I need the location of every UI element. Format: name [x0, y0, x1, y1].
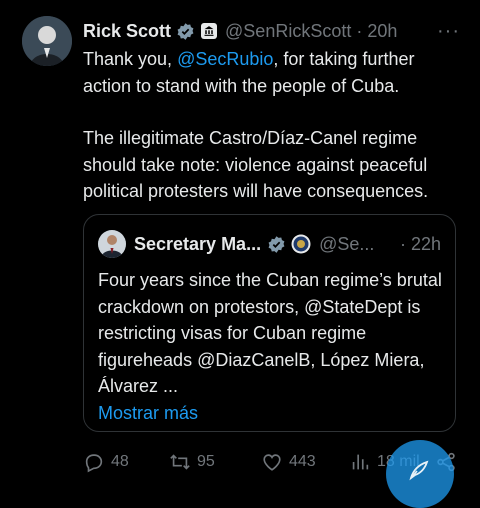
reply-icon	[85, 454, 103, 473]
retweet-icon	[170, 454, 190, 470]
quoted-tweet-text: Four years since the Cuban regime’s brut…	[98, 270, 442, 423]
reply-count: 48	[111, 453, 129, 470]
mention-link[interactable]: @SecRubio	[177, 49, 273, 69]
verified-badge-icon	[176, 22, 195, 41]
quoted-tweet-time[interactable]: · 22h	[400, 234, 441, 255]
quoted-tweet-header: Secretary Ma... @Se... · 22h	[98, 230, 441, 258]
quoted-author-handle[interactable]: @Se...	[319, 234, 374, 255]
tweet-header: Rick Scott @SenRickScott · 20h ···	[83, 18, 460, 44]
quoted-author-name[interactable]: Secretary Ma...	[134, 234, 261, 255]
tweet-paragraph-2: The illegitimate Castro/Díaz-Canel regim…	[83, 128, 429, 201]
like-count: 443	[289, 453, 316, 470]
compose-icon	[409, 460, 429, 481]
government-badge-icon	[201, 23, 218, 39]
author-handle[interactable]: @SenRickScott · 20h	[225, 21, 397, 42]
tweet[interactable]: Rick Scott @SenRickScott · 20h ··· Thank…	[0, 0, 480, 508]
quoted-verified-badge-icon	[268, 235, 285, 253]
views-icon	[352, 454, 369, 470]
like-button[interactable]: 443	[261, 448, 316, 476]
author-avatar[interactable]	[22, 16, 72, 66]
quoted-tweet[interactable]: Secretary Ma... @Se... · 22h Four years …	[83, 214, 456, 432]
author-name[interactable]: Rick Scott	[83, 21, 171, 42]
show-more-link[interactable]: Mostrar más	[98, 403, 198, 423]
retweet-count: 95	[197, 453, 215, 470]
retweet-button[interactable]: 95	[169, 448, 215, 476]
reply-button[interactable]: 48	[83, 448, 129, 476]
tweet-body: Thank you, @SecRubio, for taking further…	[83, 46, 463, 205]
more-icon[interactable]: ···	[437, 21, 460, 41]
tweet-paragraph-1: Thank you, @SecRubio, for taking further…	[83, 49, 415, 96]
quoted-author-avatar[interactable]	[98, 230, 126, 258]
like-icon	[263, 454, 281, 471]
state-seal-icon	[291, 234, 311, 254]
